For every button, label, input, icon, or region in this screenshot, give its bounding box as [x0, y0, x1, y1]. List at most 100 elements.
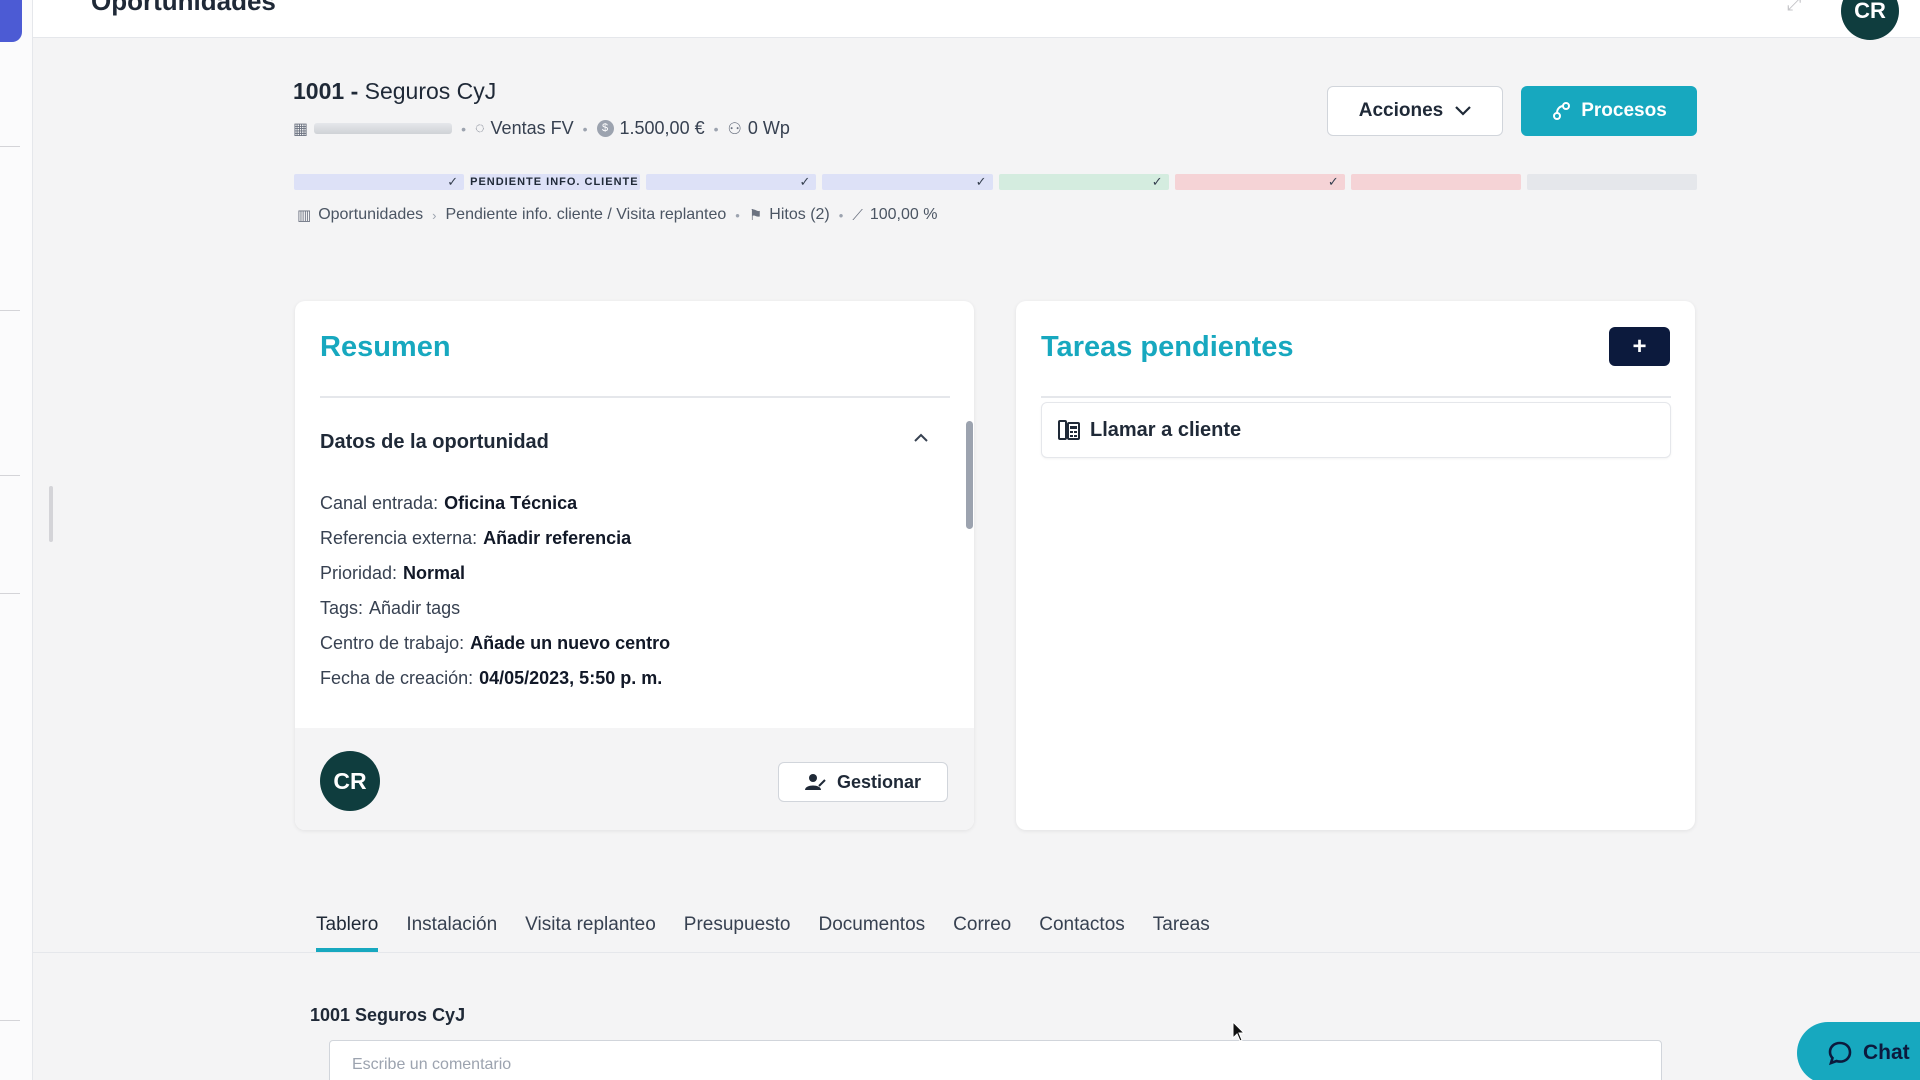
- rail-divider: [0, 146, 20, 147]
- field-value[interactable]: Añadir referencia: [483, 528, 631, 548]
- task-label: Llamar a cliente: [1090, 418, 1242, 441]
- sidebar-resize-handle[interactable]: [49, 486, 53, 542]
- meta-separator: •: [735, 207, 740, 223]
- summary-title: Resumen: [320, 331, 451, 363]
- stage-segment[interactable]: ✓: [998, 174, 1169, 190]
- chat-widget-button[interactable]: Chat: [1797, 1022, 1920, 1080]
- stage-segment[interactable]: [1526, 174, 1697, 190]
- power-value: 0 Wp: [747, 118, 790, 138]
- add-task-button[interactable]: +: [1609, 327, 1670, 366]
- tabs-divider: [33, 952, 1920, 953]
- owner-avatar[interactable]: CR: [320, 751, 380, 811]
- field-label: Referencia externa:: [320, 528, 478, 548]
- field-referencia-externa: Referencia externa: Añadir referencia: [320, 528, 670, 563]
- chevron-up-icon[interactable]: [913, 433, 929, 443]
- field-fecha-creacion: Fecha de creación: 04/05/2023, 5:50 p. m.: [320, 668, 670, 703]
- board-icon: ▥: [297, 207, 312, 224]
- trend-chart-icon: ⟋: [852, 206, 863, 224]
- tab-visita-replanteo[interactable]: Visita replanteo: [525, 914, 656, 952]
- opportunity-data-header[interactable]: Datos de la oportunidad: [320, 431, 549, 454]
- summary-footer: CR Gestionar: [295, 728, 974, 830]
- user-edit-icon: [804, 774, 826, 790]
- stage-segment[interactable]: [1350, 174, 1521, 190]
- coin-icon: $: [596, 120, 614, 137]
- field-prioridad: Prioridad: Normal: [320, 563, 670, 598]
- field-canal-entrada: Canal entrada: Oficina Técnica: [320, 493, 670, 528]
- field-value[interactable]: Normal: [403, 563, 465, 583]
- manage-button[interactable]: Gestionar: [778, 762, 948, 802]
- flag-icon: ⚑: [748, 207, 763, 224]
- record-tabs: Tablero Instalación Visita replanteo Pre…: [316, 914, 1210, 952]
- comment-section-title: 1001 Seguros CyJ: [310, 1005, 466, 1025]
- tab-presupuesto[interactable]: Presupuesto: [684, 914, 791, 952]
- opportunity-fields: Canal entrada: Oficina Técnica Referencia…: [320, 493, 670, 703]
- pipeline-stages: ✓ PENDIENTE INFO. CLIENTE ... ✓ ✓ ✓ ✓: [294, 174, 1697, 190]
- company-name-redacted[interactable]: [314, 123, 453, 134]
- tab-tablero[interactable]: Tablero: [316, 914, 379, 952]
- stage-segment[interactable]: ✓: [646, 174, 817, 190]
- expand-icon[interactable]: ⤢: [1787, 0, 1801, 15]
- stage-segment[interactable]: ✓: [294, 174, 465, 190]
- record-id: 1001: [293, 78, 345, 104]
- summary-card: Resumen Datos de la oportunidad Canal en…: [295, 301, 974, 830]
- field-value[interactable]: Oficina Técnica: [444, 493, 577, 513]
- chevron-down-icon: [1455, 106, 1472, 116]
- stage-segment[interactable]: ✓: [822, 174, 993, 190]
- mouse-cursor-icon: [1232, 1021, 1246, 1042]
- field-value[interactable]: Añade un nuevo centro: [470, 633, 670, 653]
- building-icon: ▦: [293, 120, 309, 138]
- divider: [320, 396, 950, 398]
- left-nav-rail: [0, 0, 53, 1080]
- field-label: Fecha de creación:: [320, 668, 474, 688]
- tab-documentos[interactable]: Documentos: [818, 914, 925, 952]
- check-icon: ✓: [975, 174, 987, 189]
- record-meta: ▦ • ◌ Ventas FV • $ 1.500,00 € • ⚇ 0 Wp: [293, 118, 790, 139]
- chat-bubble-icon: [1828, 1041, 1852, 1066]
- amount-value: 1.500,00 €: [619, 118, 705, 138]
- breadcrumb-root[interactable]: Oportunidades: [318, 206, 423, 224]
- field-label: Tags:: [320, 598, 364, 618]
- actions-dropdown-button[interactable]: Acciones: [1327, 86, 1503, 136]
- field-value[interactable]: Añadir tags: [369, 598, 460, 618]
- tab-instalacion[interactable]: Instalación: [406, 914, 497, 952]
- meta-separator: •: [713, 120, 719, 137]
- actions-label: Acciones: [1358, 100, 1444, 121]
- processes-button[interactable]: Procesos: [1521, 86, 1697, 136]
- divider: [1041, 396, 1671, 398]
- rail-divider: [0, 1020, 20, 1021]
- processes-icon: [1553, 102, 1571, 120]
- record-header: 1001 - Seguros CyJ ▦ • ◌ Ventas FV • $ 1…: [293, 78, 790, 138]
- check-icon: ✓: [447, 174, 459, 189]
- record-title: 1001 - Seguros CyJ: [293, 78, 496, 105]
- solar-user-icon: ⚇: [727, 120, 742, 138]
- manage-label: Gestionar: [836, 771, 922, 792]
- page-title: Oportunidades: [91, 0, 276, 16]
- record-name: Seguros CyJ: [364, 78, 497, 104]
- breadcrumb-current[interactable]: Pendiente info. cliente / Visita replant…: [446, 206, 727, 224]
- tab-tareas[interactable]: Tareas: [1153, 914, 1210, 952]
- milestones-link[interactable]: Hitos (2): [769, 206, 829, 224]
- nav-logo[interactable]: [0, 0, 22, 42]
- field-value: 04/05/2023, 5:50 p. m.: [479, 668, 663, 688]
- scrollbar-thumb[interactable]: [966, 421, 973, 529]
- task-item[interactable]: Llamar a cliente: [1041, 402, 1671, 458]
- pipeline-icon: ◌: [475, 119, 485, 137]
- check-icon: ✓: [799, 174, 811, 189]
- pipeline-name[interactable]: Ventas FV: [491, 118, 574, 139]
- check-icon: ✓: [1327, 174, 1339, 189]
- field-label: Centro de trabajo:: [320, 633, 465, 653]
- rail-divider: [0, 310, 20, 311]
- check-icon: ✓: [1151, 174, 1163, 189]
- processes-label: Procesos: [1581, 100, 1667, 121]
- stage-segment-current[interactable]: PENDIENTE INFO. CLIENTE ...: [470, 174, 641, 190]
- user-avatar[interactable]: CR: [1841, 0, 1899, 40]
- pending-tasks-card: Tareas pendientes + Llamar a cliente: [1016, 301, 1695, 830]
- tab-contactos[interactable]: Contactos: [1039, 914, 1125, 952]
- phone-book-icon: [1058, 420, 1080, 440]
- meta-separator: •: [838, 207, 844, 223]
- tab-correo[interactable]: Correo: [953, 914, 1011, 952]
- stage-segment[interactable]: ✓: [1174, 174, 1345, 190]
- record-dash: -: [350, 78, 359, 104]
- field-centro-trabajo: Centro de trabajo: Añade un nuevo centro: [320, 633, 670, 668]
- comment-input[interactable]: [329, 1040, 1662, 1080]
